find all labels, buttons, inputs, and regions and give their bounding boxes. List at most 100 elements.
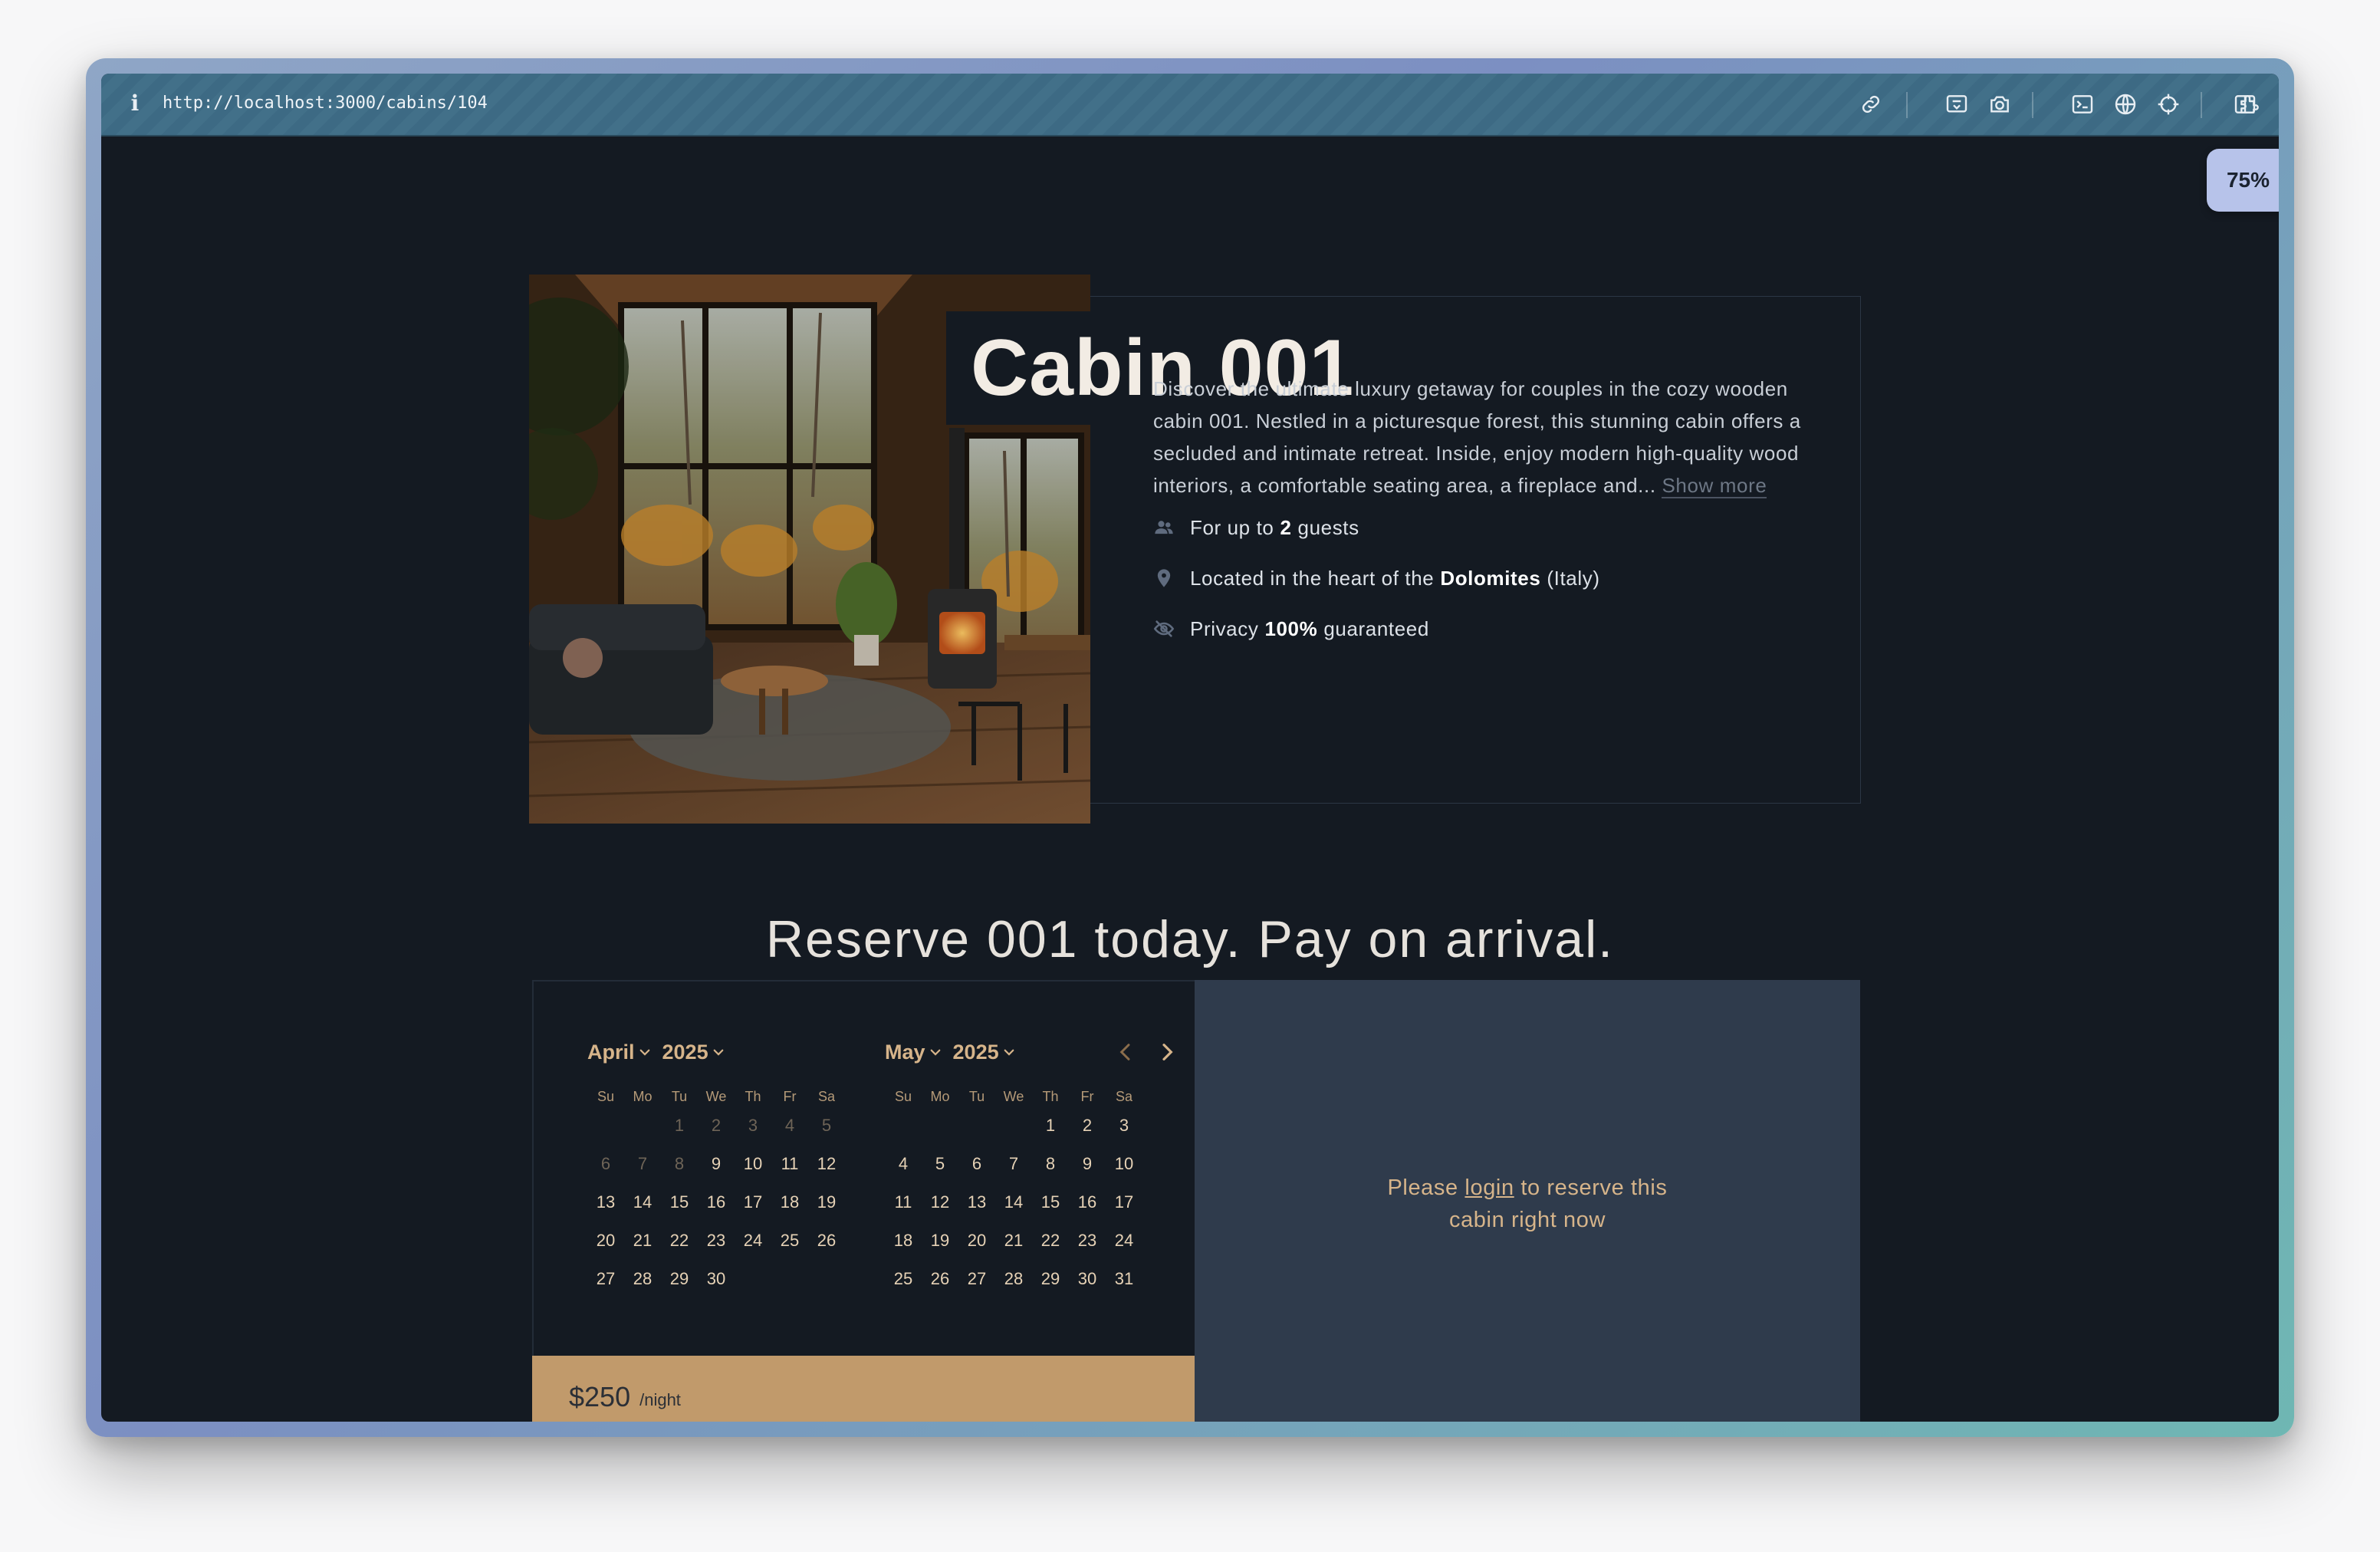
month-select[interactable]: April — [587, 1041, 652, 1064]
feature-privacy-pre: Privacy — [1190, 617, 1259, 640]
split-view-icon[interactable] — [2233, 92, 2257, 117]
calendar-day[interactable]: 1 — [1032, 1107, 1069, 1144]
calendar-day[interactable]: 12 — [808, 1146, 845, 1182]
calendar-day[interactable]: 18 — [771, 1184, 808, 1221]
calendar-day[interactable]: 24 — [735, 1222, 771, 1259]
weekday-label: We — [705, 1089, 727, 1104]
prev-month-button[interactable] — [1113, 1040, 1138, 1064]
map-pin-icon — [1153, 567, 1175, 589]
calendar-day[interactable]: 8 — [1032, 1146, 1069, 1182]
week-row: 25 26 27 28 29 30 31 — [885, 1261, 1161, 1297]
calendar-month-april: April 2025 Su Mo Tu We Th Fr Sa 1 2 3 4 5 6 7 8 9 10 11 12 13… — [587, 1037, 863, 1297]
calendar-day[interactable]: 25 — [885, 1261, 922, 1297]
calendar-day[interactable]: 31 — [1106, 1261, 1142, 1297]
calendar-day[interactable]: 14 — [995, 1184, 1032, 1221]
year-label: 2025 — [662, 1040, 708, 1064]
calendar-day[interactable]: 17 — [1106, 1184, 1142, 1221]
show-more-link[interactable]: Show more — [1662, 474, 1767, 498]
calendar-day[interactable]: 30 — [698, 1261, 735, 1297]
url-field[interactable]: http://localhost:3000/cabins/104 — [163, 90, 488, 117]
browser-window: i http://localhost:3000/cabins/104 Cabin… — [101, 74, 2279, 1422]
weekday-label: Su — [894, 1089, 912, 1104]
link-icon[interactable] — [1859, 92, 1883, 117]
calendar-day[interactable]: 4 — [885, 1146, 922, 1182]
calendar-day[interactable]: 27 — [958, 1261, 995, 1297]
month-label: April — [587, 1040, 635, 1064]
calendar-day[interactable]: 2 — [1069, 1107, 1106, 1144]
calendar-day: 2 — [711, 1116, 722, 1135]
weekday-label: Tu — [671, 1089, 688, 1104]
calendar-day[interactable]: 30 — [1069, 1261, 1106, 1297]
weekday-label: Sa — [1115, 1089, 1133, 1104]
calendar-day[interactable]: 7 — [995, 1146, 1032, 1182]
calendar-day[interactable]: 3 — [1106, 1107, 1142, 1144]
calendar-day[interactable]: 21 — [995, 1222, 1032, 1259]
crosshair-icon[interactable] — [2156, 92, 2181, 117]
calendar-day: 5 — [821, 1116, 832, 1135]
weekday-label: Mo — [633, 1089, 653, 1104]
calendar-day[interactable]: 21 — [624, 1222, 661, 1259]
calendar-day[interactable]: 22 — [1032, 1222, 1069, 1259]
browser-frame: i http://localhost:3000/cabins/104 Cabin… — [86, 58, 2294, 1437]
calendar-day[interactable]: 6 — [958, 1146, 995, 1182]
week-row: 4 5 6 7 8 9 10 — [885, 1146, 1161, 1182]
calendar-day[interactable]: 16 — [698, 1184, 735, 1221]
calendar-day[interactable]: 13 — [958, 1184, 995, 1221]
calendar-day[interactable]: 9 — [1069, 1146, 1106, 1182]
login-link[interactable]: login — [1464, 1176, 1514, 1200]
calendar-day[interactable]: 23 — [1069, 1222, 1106, 1259]
feature-privacy-post: guaranteed — [1323, 617, 1429, 640]
calendar-day[interactable]: 20 — [587, 1222, 624, 1259]
login-prompt-panel: Please login to reserve this cabin right… — [1195, 980, 1860, 1422]
terminal-icon[interactable] — [2070, 92, 2095, 117]
calendar-day[interactable]: 29 — [1032, 1261, 1069, 1297]
calendar-day[interactable]: 15 — [1032, 1184, 1069, 1221]
responsive-icon[interactable] — [1944, 92, 1969, 117]
weekday-label: We — [1003, 1089, 1024, 1104]
calendar-day[interactable]: 10 — [735, 1146, 771, 1182]
chevron-down-icon — [1002, 1045, 1016, 1059]
calendar-day[interactable]: 10 — [1106, 1146, 1142, 1182]
cabin-description: Discover the ultimate luxury getaway for… — [1153, 373, 1819, 501]
year-select[interactable]: 2025 — [662, 1041, 725, 1064]
weekday-row: Su Mo Tu We Th Fr Sa — [587, 1087, 863, 1106]
calendar-month-may: May 2025 Su Mo Tu We Th Fr Sa 1 2 3 4 5 6 7 8 9 10 11 12 13 14… — [885, 1037, 1161, 1297]
zoom-level-badge[interactable]: 75% — [2207, 149, 2279, 212]
calendar-day[interactable]: 18 — [885, 1222, 922, 1259]
globe-icon[interactable] — [2113, 92, 2138, 117]
calendar-day[interactable]: 13 — [587, 1184, 624, 1221]
calendar-day[interactable]: 16 — [1069, 1184, 1106, 1221]
calendar-day[interactable]: 14 — [624, 1184, 661, 1221]
year-select[interactable]: 2025 — [953, 1041, 1016, 1064]
calendar-day[interactable]: 20 — [958, 1222, 995, 1259]
calendar-day[interactable]: 28 — [624, 1261, 661, 1297]
calendar-day[interactable]: 25 — [771, 1222, 808, 1259]
calendar-day[interactable]: 11 — [885, 1184, 922, 1221]
calendar-day[interactable]: 24 — [1106, 1222, 1142, 1259]
address-bar: i http://localhost:3000/cabins/104 — [101, 74, 2279, 136]
calendar-day[interactable]: 19 — [808, 1184, 845, 1221]
calendar-day[interactable]: 26 — [922, 1261, 958, 1297]
calendar-day[interactable]: 5 — [922, 1146, 958, 1182]
feature-guests: For up to 2 guests — [1153, 512, 1359, 543]
calendar-day[interactable]: 29 — [661, 1261, 698, 1297]
calendar-day[interactable]: 23 — [698, 1222, 735, 1259]
camera-icon[interactable] — [1987, 92, 2012, 117]
calendar-day[interactable]: 19 — [922, 1222, 958, 1259]
calendar-day[interactable]: 28 — [995, 1261, 1032, 1297]
calendar-day[interactable]: 17 — [735, 1184, 771, 1221]
calendar-day[interactable]: 9 — [698, 1146, 735, 1182]
month-header: April 2025 — [587, 1037, 863, 1067]
calendar-day[interactable]: 22 — [661, 1222, 698, 1259]
info-icon[interactable]: i — [127, 90, 143, 117]
login-prompt-pre: Please — [1387, 1176, 1458, 1200]
calendar-day[interactable]: 11 — [771, 1146, 808, 1182]
month-select[interactable]: May — [885, 1041, 942, 1064]
calendar-day[interactable]: 26 — [808, 1222, 845, 1259]
calendar-day[interactable]: 15 — [661, 1184, 698, 1221]
calendar-day[interactable]: 27 — [587, 1261, 624, 1297]
calendar-day[interactable]: 12 — [922, 1184, 958, 1221]
next-month-button[interactable] — [1155, 1040, 1179, 1064]
calendar-empty-cell — [587, 1107, 624, 1144]
calendar-empty-cell — [624, 1107, 661, 1144]
